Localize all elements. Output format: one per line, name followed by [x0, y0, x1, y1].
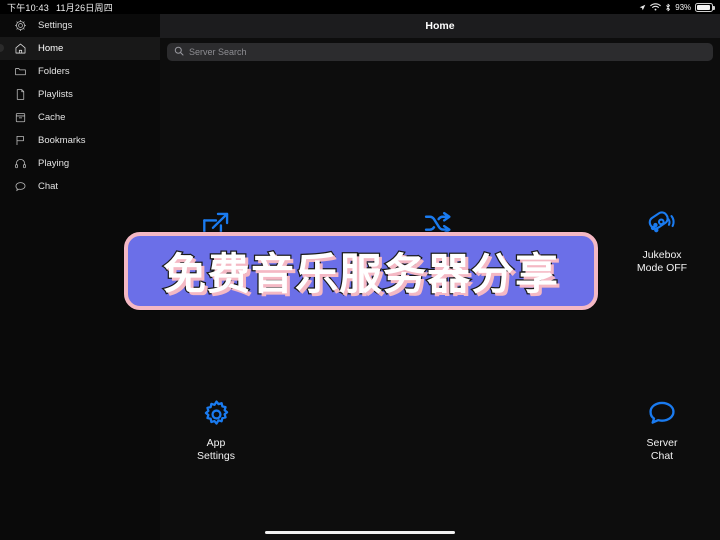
sidebar-item-label: Home: [38, 43, 64, 54]
sidebar-item-home[interactable]: Home: [0, 37, 160, 60]
sidebar-item-chat[interactable]: Chat: [0, 175, 160, 198]
promo-banner-text: 免费音乐服务器分享: [162, 249, 560, 302]
flag-icon: [10, 132, 30, 150]
speech-bubble-icon: [646, 397, 678, 431]
folder-icon: [10, 63, 30, 81]
bluetooth-icon: [665, 3, 671, 12]
status-bar-right: 93%: [639, 2, 715, 12]
document-icon: [10, 86, 30, 104]
gear-icon: [10, 17, 30, 35]
speech-bubble-icon: [10, 178, 30, 196]
house-icon: [10, 40, 30, 58]
sidebar-item-label: Settings: [38, 20, 73, 31]
tile-label: Server Chat: [646, 437, 678, 462]
sidebar-item-label: Chat: [38, 181, 59, 192]
archive-box-icon: [10, 109, 30, 127]
sidebar-item-playlists[interactable]: Playlists: [0, 83, 160, 106]
sidebar-nav: Settings Home Folders Playlists Cache Bo…: [0, 14, 160, 198]
app-root: 下午10:43 11月26日周四 93% Settings Home Folde…: [0, 0, 720, 540]
page-title: Home: [160, 14, 720, 38]
tile-jukebox-mode[interactable]: Jukebox Mode OFF: [602, 209, 720, 274]
sidebar-item-label: Playlists: [38, 89, 73, 100]
sidebar-item-playing[interactable]: Playing: [0, 152, 160, 175]
sidebar-item-label: Bookmarks: [38, 135, 86, 146]
tile-server-chat[interactable]: Server Chat: [602, 397, 720, 462]
remote-control-icon: [645, 209, 679, 243]
sidebar-item-label: Cache: [38, 112, 66, 123]
tile-app-settings[interactable]: App Settings: [156, 397, 276, 462]
sidebar-item-label: Playing: [38, 158, 70, 169]
search-icon: [174, 43, 184, 61]
sidebar-item-cache[interactable]: Cache: [0, 106, 160, 129]
battery-percent: 93%: [675, 2, 691, 12]
promo-banner: 免费音乐服务器分享: [124, 232, 598, 310]
gear-icon: [201, 397, 232, 431]
tile-label: Jukebox Mode OFF: [636, 249, 688, 274]
search-bar[interactable]: [167, 43, 713, 61]
home-indicator[interactable]: [265, 531, 455, 534]
status-date: 11月26日周四: [55, 2, 113, 13]
sidebar-item-folders[interactable]: Folders: [0, 60, 160, 83]
sidebar-item-settings[interactable]: Settings: [0, 14, 160, 37]
location-arrow-icon: [639, 4, 646, 11]
headphones-icon: [10, 155, 30, 173]
search-container: [160, 38, 720, 61]
sidebar-item-bookmarks[interactable]: Bookmarks: [0, 129, 160, 152]
status-bar: 下午10:43 11月26日周四 93%: [0, 0, 720, 14]
wifi-icon: [650, 3, 662, 11]
status-time: 下午10:43: [7, 2, 49, 13]
status-bar-left: 下午10:43 11月26日周四: [7, 1, 113, 14]
sidebar-item-label: Folders: [38, 66, 70, 77]
search-input[interactable]: [189, 47, 706, 57]
tile-label: App Settings: [197, 437, 235, 462]
battery-icon: [695, 2, 715, 12]
